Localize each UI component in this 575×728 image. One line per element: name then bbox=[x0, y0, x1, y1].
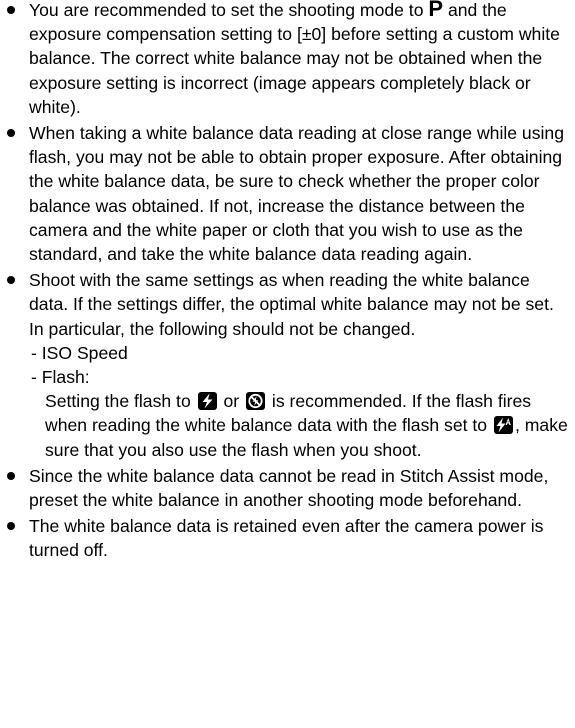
note-text: Shoot with the same settings as when rea… bbox=[29, 270, 554, 339]
flash-on-icon bbox=[197, 392, 217, 411]
program-mode-icon: P bbox=[428, 0, 444, 21]
flash-auto-icon bbox=[493, 416, 513, 435]
notes-list: You are recommended to set the shooting … bbox=[4, 0, 569, 563]
note-stitch-assist: Since the white balance data cannot be r… bbox=[4, 464, 569, 512]
note-text: or bbox=[218, 391, 245, 412]
note-text: Since the white balance data cannot be r… bbox=[29, 465, 549, 511]
flash-off-icon bbox=[246, 392, 266, 411]
note-close-range-flash: When taking a white balance data reading… bbox=[4, 121, 569, 266]
note-text: Setting the flash to bbox=[45, 391, 196, 412]
note-exposure-setting: You are recommended to set the shooting … bbox=[4, 0, 569, 119]
sub-item-label: - Flash: bbox=[31, 367, 90, 388]
note-data-retained: The white balance data is retained even … bbox=[4, 514, 569, 562]
sub-item-iso-speed: - ISO Speed bbox=[31, 341, 569, 365]
page: You are recommended to set the shooting … bbox=[0, 0, 575, 726]
note-same-settings: Shoot with the same settings as when rea… bbox=[4, 268, 569, 462]
flash-note: Setting the flash to or is recommended. … bbox=[31, 389, 569, 462]
note-text: The white balance data is retained even … bbox=[29, 516, 544, 561]
sub-item-label: - ISO Speed bbox=[31, 342, 128, 363]
sub-item-flash: - Flash: Setting the flash to or is reco… bbox=[31, 365, 569, 462]
note-text: When taking a white balance data reading… bbox=[29, 123, 564, 265]
note-text: You are recommended to set the shooting … bbox=[29, 0, 429, 20]
settings-sublist: - ISO Speed - Flash: Setting the flash t… bbox=[29, 341, 569, 462]
